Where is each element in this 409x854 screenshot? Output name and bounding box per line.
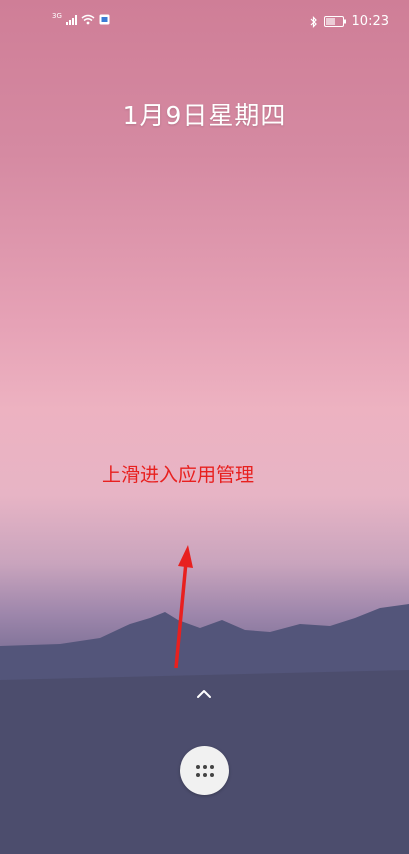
grid-dots-icon	[195, 764, 214, 777]
lockscreen-date: 1月9日星期四	[122, 101, 287, 130]
swipe-hint-annotation: 上滑进入应用管理	[102, 464, 255, 486]
app-drawer-button[interactable]	[180, 746, 229, 795]
wifi-icon	[81, 14, 95, 25]
battery-icon	[323, 16, 346, 27]
mountain-silhouette	[0, 604, 409, 854]
network-type: 3G	[52, 11, 62, 20]
chevron-up-icon[interactable]	[191, 682, 217, 704]
bluetooth-icon	[310, 15, 317, 28]
status-bar: 3G 10:23	[0, 0, 409, 48]
status-right: 10:23	[310, 14, 389, 29]
notification-icon	[99, 14, 110, 25]
status-left: 3G	[52, 11, 110, 25]
status-time: 10:23	[351, 14, 389, 29]
signal-icon	[65, 14, 77, 25]
